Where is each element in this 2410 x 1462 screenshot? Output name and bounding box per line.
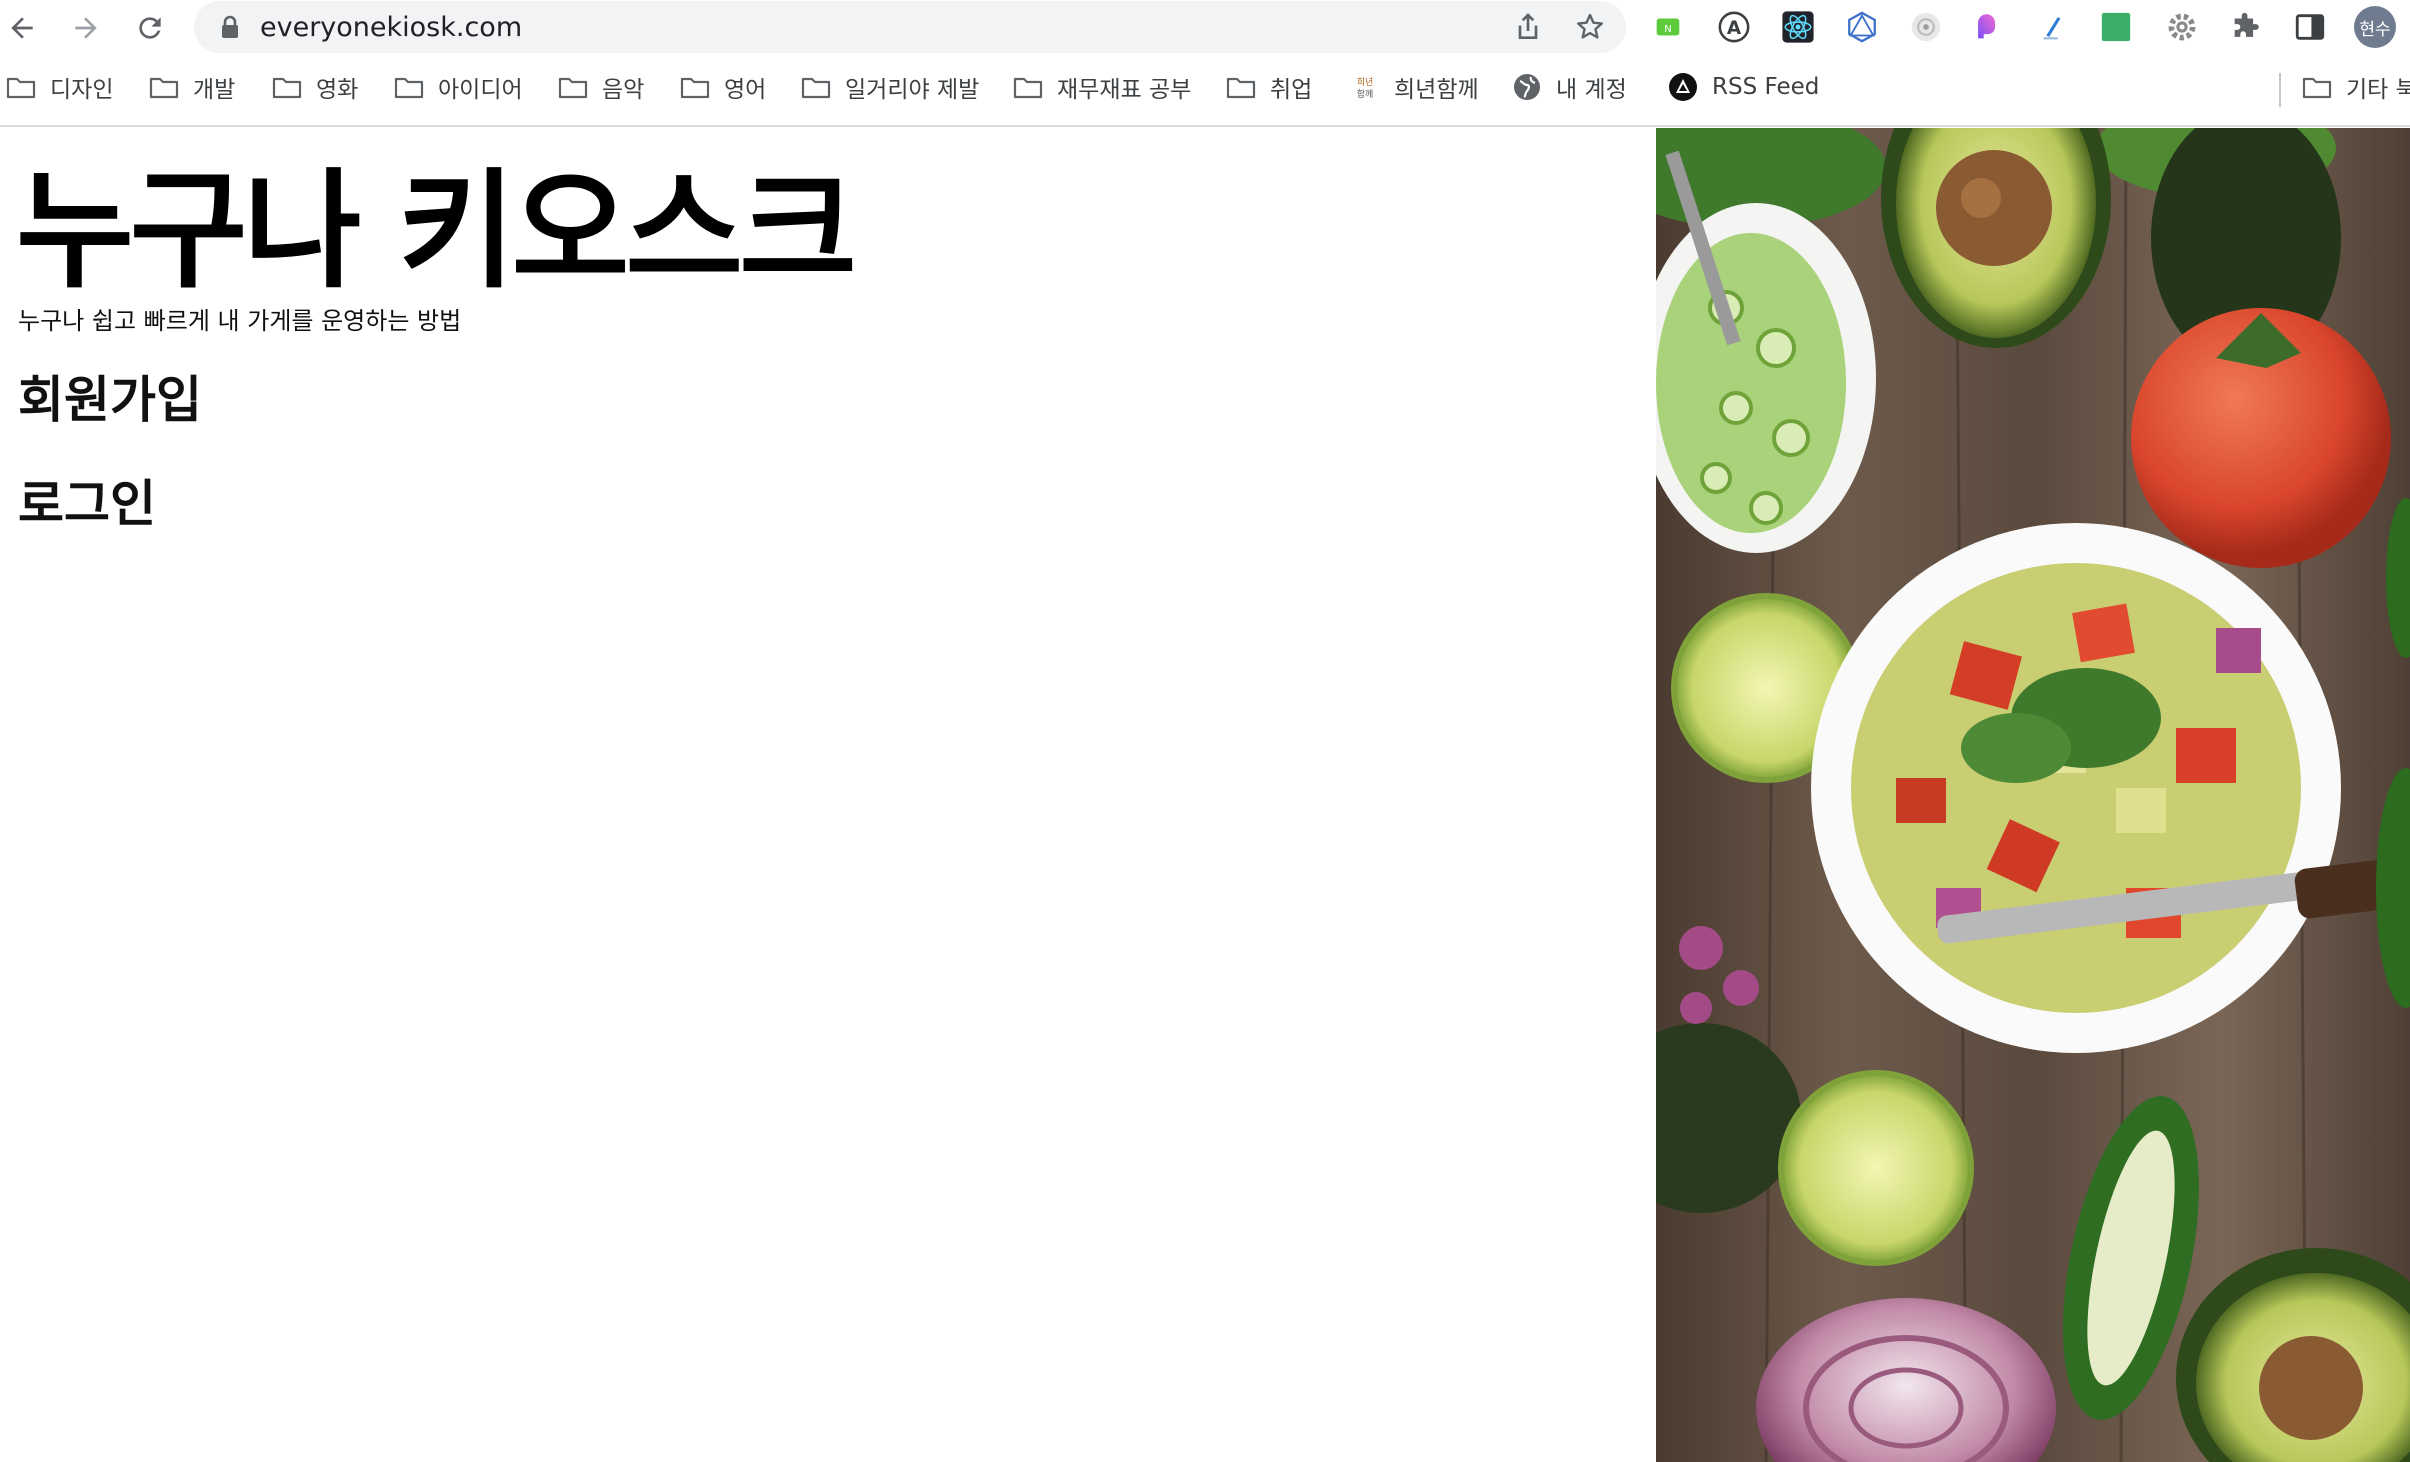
signup-link[interactable]: 회원가입 [18, 360, 202, 432]
svg-text:N: N [1664, 24, 1671, 35]
bookmark-jubilee[interactable]: 희년 함께 희년함께 [1350, 69, 1479, 105]
bookmark-jobs[interactable]: 취업 [1226, 69, 1312, 105]
bookmark-label: 재무재표 공부 [1057, 77, 1192, 103]
folder-icon [1013, 77, 1043, 99]
site-favicon: 희년 함께 [1350, 72, 1380, 102]
bookmark-label: 희년함께 [1394, 77, 1479, 103]
folder-icon [558, 77, 588, 99]
naver-extension-icon[interactable]: N [1650, 9, 1686, 45]
rss-icon [1669, 73, 1697, 101]
bookmark-other[interactable]: 기타 북 [2302, 69, 2410, 105]
back-icon [11, 17, 33, 39]
share-icon[interactable] [1512, 11, 1544, 43]
address-bar[interactable]: everyonekiosk.com [194, 1, 1626, 53]
star-icon[interactable] [1574, 11, 1606, 43]
puzzle-icon[interactable] [2228, 9, 2264, 45]
pen-extension-icon[interactable] [2034, 9, 2070, 45]
bookmark-label: 취업 [1270, 77, 1313, 103]
bookmark-account[interactable]: 내 계정 [1512, 69, 1627, 105]
bookmarks-bar: 디자인 개발 영화 아이디어 음악 영어 일거리야 제발 재무재표 공부 취업 … [0, 55, 2410, 127]
folder-icon [801, 77, 831, 99]
bookmark-label: 아이디어 [438, 77, 523, 103]
favicon-text-bottom: 함께 [1357, 89, 1374, 100]
bookmark-label: RSS Feed [1712, 74, 1820, 100]
graphql-extension-icon[interactable] [1844, 9, 1880, 45]
side-panel-icon[interactable] [2292, 9, 2328, 45]
folder-icon [1226, 77, 1256, 99]
folder-icon [6, 77, 36, 99]
bookmark-label: 기타 북 [2346, 77, 2410, 103]
bookmark-label: 영어 [724, 77, 767, 103]
bookmark-english[interactable]: 영어 [680, 69, 766, 105]
camera-extension-icon[interactable] [1908, 9, 1944, 45]
lock-icon [222, 15, 238, 38]
green-square-extension-icon[interactable] [2098, 9, 2134, 45]
bookmark-label: 영화 [316, 77, 359, 103]
svg-text:A: A [1727, 18, 1742, 39]
folder-icon [272, 77, 302, 99]
bookmark-rss[interactable]: RSS Feed [1668, 69, 1819, 105]
salad-bowl-photo [1656, 128, 2410, 1462]
globe-icon [1514, 74, 1540, 100]
profile-avatar[interactable]: 현수 [2354, 6, 2396, 48]
gradient-extension-icon[interactable] [1970, 9, 2006, 45]
bookmark-work[interactable]: 일거리야 제발 [801, 69, 979, 105]
bookmark-movie[interactable]: 영화 [272, 69, 358, 105]
reload-button[interactable] [128, 6, 172, 50]
bookmark-separator [2279, 73, 2281, 107]
page-title: 누구나 키오스크 [16, 157, 857, 306]
react-devtools-icon[interactable] [1780, 9, 1816, 45]
bookmark-finance[interactable]: 재무재표 공부 [1013, 69, 1191, 105]
bookmark-label: 디자인 [50, 77, 114, 103]
back-button[interactable] [0, 6, 44, 50]
hero-image [1656, 128, 2410, 1462]
folder-icon [2302, 77, 2332, 99]
folder-icon [394, 77, 424, 99]
web-page: 누구나 키오스크 누구나 쉽고 빠르게 내 가게를 운영하는 방법 회원가입 로… [0, 128, 2410, 1462]
bookmark-ideas[interactable]: 아이디어 [394, 69, 523, 105]
bookmark-label: 일거리야 제발 [845, 77, 980, 103]
login-link[interactable]: 로그인 [18, 464, 156, 536]
content-panel: 누구나 키오스크 누구나 쉽고 빠르게 내 가게를 운영하는 방법 회원가입 로… [0, 128, 1656, 1462]
gear-extension-icon[interactable] [2164, 9, 2200, 45]
forward-icon [75, 17, 97, 39]
page-tagline: 누구나 쉽고 빠르게 내 가게를 운영하는 방법 [18, 307, 462, 335]
reload-icon [139, 17, 161, 39]
folder-icon [680, 77, 710, 99]
browser-toolbar: everyonekiosk.com N A 현수 [0, 0, 2410, 55]
bookmark-label: 개발 [193, 77, 236, 103]
folder-icon [149, 77, 179, 99]
url-text: everyonekiosk.com [260, 12, 523, 43]
forward-button[interactable] [64, 6, 108, 50]
bookmark-design[interactable]: 디자인 [6, 69, 113, 105]
bookmark-label: 음악 [602, 77, 645, 103]
favicon-text-top: 희년 [1357, 76, 1374, 88]
bookmark-dev[interactable]: 개발 [149, 69, 235, 105]
bookmark-music[interactable]: 음악 [558, 69, 644, 105]
bookmark-label: 내 계정 [1556, 77, 1627, 103]
a-circle-extension-icon[interactable]: A [1716, 9, 1752, 45]
